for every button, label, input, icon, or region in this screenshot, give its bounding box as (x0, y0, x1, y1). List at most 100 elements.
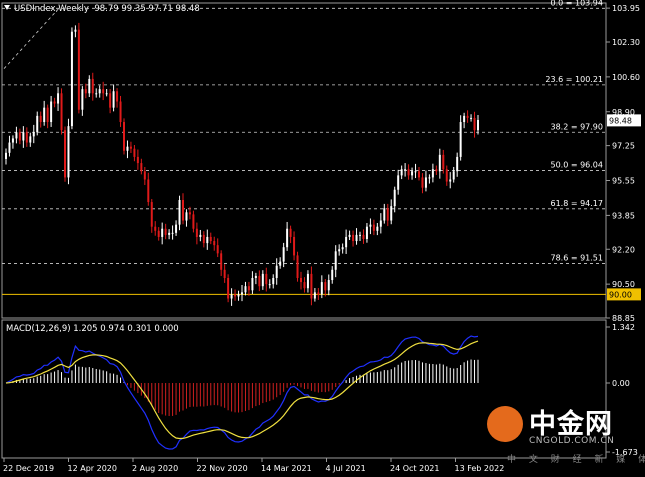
candle-up (331, 269, 334, 281)
candle-down (258, 275, 261, 287)
candle-up (268, 284, 271, 286)
candle-up (313, 292, 316, 299)
macd-tick-label: 0.00 (612, 379, 630, 388)
macd-tick-label: 1.342 (612, 323, 635, 332)
candle-up (411, 171, 414, 176)
candle-down (84, 89, 87, 94)
time-tick-label: 13 Feb 2022 (455, 464, 505, 473)
candle-up (70, 31, 73, 127)
candle-up (8, 142, 11, 153)
candle-down (39, 115, 42, 123)
candle-down (372, 224, 375, 231)
candle-up (206, 236, 209, 244)
candle-up (477, 119, 479, 131)
candle-down (445, 169, 448, 182)
candle-up (449, 179, 452, 182)
candle-up (400, 169, 403, 176)
candle-up (175, 224, 178, 233)
candle-down (442, 154, 445, 170)
candle-up (369, 224, 372, 227)
price-tick-label: 102.30 (612, 38, 640, 47)
candle-down (140, 163, 143, 172)
candle-up (463, 115, 466, 123)
price-tick-label: 100.60 (612, 73, 640, 82)
candle-up (168, 232, 171, 235)
fib-anchor-line (3, 6, 61, 69)
candle-up (36, 115, 39, 133)
candle-down (116, 91, 119, 102)
candle-down (119, 101, 122, 123)
candle-down (60, 93, 63, 131)
candle-down (25, 132, 28, 143)
candle-up (470, 117, 473, 119)
candle-down (192, 214, 195, 229)
level-90-label: 90.00 (609, 290, 632, 299)
logo-tagline: 中 文 财 经 新 媒 体 (507, 455, 645, 465)
candle-down (202, 234, 205, 244)
candle-up (348, 234, 351, 237)
candle-up (11, 138, 14, 143)
fib-level-label: 50.0 = 96.04 (550, 160, 603, 169)
candle-up (57, 93, 60, 104)
candle-down (362, 234, 365, 239)
logo-url: CNGOLD.COM.CN (529, 436, 615, 446)
price-tick-label: 90.50 (612, 280, 635, 289)
candle-up (459, 122, 462, 157)
candle-up (272, 277, 275, 285)
candle-down (435, 169, 438, 172)
candle-up (320, 282, 323, 295)
candle-down (265, 273, 268, 285)
candle-down (46, 107, 49, 123)
candle-down (154, 226, 157, 231)
candle-down (289, 228, 292, 237)
candle-down (188, 212, 191, 215)
candle-up (438, 154, 441, 172)
candle-up (67, 126, 70, 178)
candle-down (91, 78, 94, 94)
candle-down (123, 122, 125, 151)
candle-down (247, 286, 250, 291)
time-tick-label: 14 Mar 2021 (261, 464, 312, 473)
candle-up (178, 200, 181, 225)
candle-down (209, 236, 212, 242)
candle-up (390, 206, 393, 221)
price-tick-label: 92.20 (612, 245, 635, 254)
time-tick-label: 22 Dec 2019 (3, 464, 54, 473)
candle-up (393, 189, 396, 207)
candle-up (286, 228, 289, 248)
candle-down (310, 273, 313, 299)
candle-up (251, 277, 254, 291)
candle-down (129, 146, 132, 149)
candle-down (421, 177, 424, 188)
candle-up (341, 247, 344, 250)
candle-down (213, 241, 216, 246)
candle-up (95, 93, 98, 95)
candle-up (359, 234, 361, 236)
candle-down (195, 228, 198, 237)
candle-down (157, 230, 160, 237)
candle-down (182, 200, 184, 221)
price-tick-label: 93.85 (612, 211, 635, 220)
fib-level-label: 38.2 = 97.90 (550, 122, 603, 131)
price-panel-frame (1, 2, 607, 319)
candle-up (282, 247, 285, 262)
candle-up (397, 175, 400, 190)
candle-down (223, 269, 226, 278)
fib-level-label: 0.0 = 103.94 (550, 0, 603, 7)
candle-up (98, 89, 101, 94)
candle-up (414, 171, 417, 173)
candle-up (199, 234, 202, 237)
candle-down (64, 130, 66, 178)
candle-up (456, 156, 459, 172)
price-tick-label: 88.85 (612, 314, 635, 323)
candle-down (102, 89, 105, 94)
candle-down (77, 29, 80, 110)
candle-down (418, 171, 420, 178)
candle-up (275, 265, 278, 278)
candle-up (376, 226, 379, 231)
candle-down (18, 132, 21, 141)
candle-up (334, 251, 337, 270)
candle-down (473, 117, 476, 131)
time-tick-label: 12 Apr 2020 (68, 464, 117, 473)
candle-down (386, 208, 389, 221)
